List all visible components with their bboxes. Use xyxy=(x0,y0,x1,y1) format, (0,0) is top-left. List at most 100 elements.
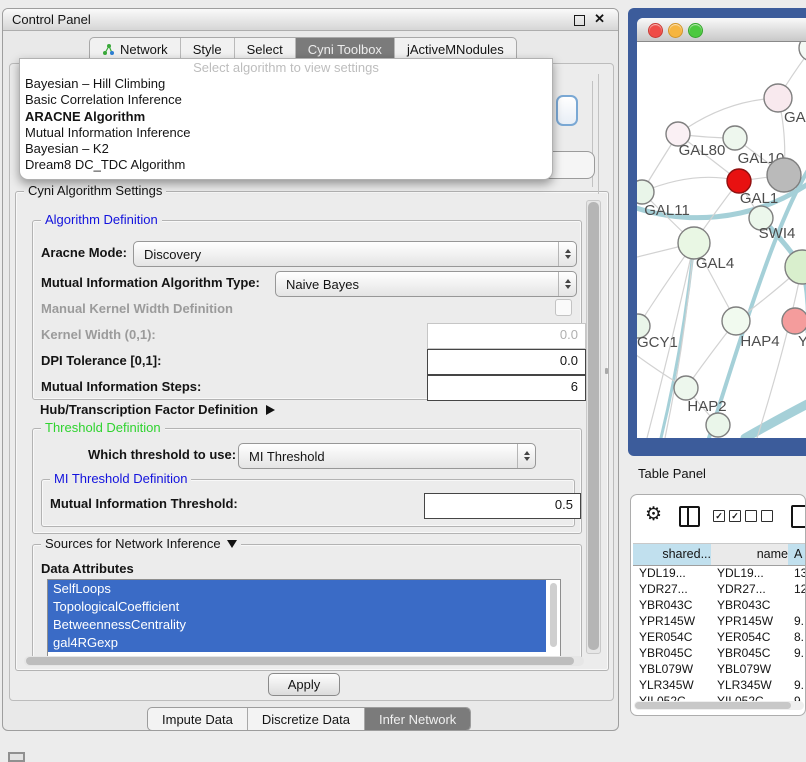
network-node-label: GAL11 xyxy=(644,202,690,219)
minimize-button[interactable] xyxy=(668,23,683,38)
manual-kernel-checkbox[interactable] xyxy=(555,299,572,316)
algorithm-option[interactable]: Bayesian – Hill Climbing xyxy=(20,76,552,92)
tab-infer-network[interactable]: Infer Network xyxy=(365,708,470,730)
algorithm-option[interactable]: Mutual Information Inference xyxy=(20,125,552,141)
table-row[interactable]: YPR145WYPR145W9. xyxy=(631,613,805,629)
settings-vertical-scrollbar[interactable] xyxy=(586,200,601,654)
settings-vertical-scrollbar-thumb[interactable] xyxy=(588,202,599,650)
deselect-all-checkboxes-icon[interactable] xyxy=(745,510,773,522)
column-header-shared-name[interactable]: shared... xyxy=(633,543,720,566)
manual-kernel-label: Manual Kernel Width Definition xyxy=(41,301,233,316)
mi-threshold-field[interactable]: 0.5 xyxy=(424,493,581,519)
table-cell: YLR345W xyxy=(717,677,772,693)
mi-threshold-definition-title: MI Threshold Definition xyxy=(50,471,191,486)
attributes-scrollbar-thumb[interactable] xyxy=(550,583,557,647)
table-cell: YBL079W xyxy=(639,661,693,677)
kernel-width-label: Kernel Width (0,1): xyxy=(41,327,156,342)
column-layout-icon[interactable] xyxy=(679,506,700,527)
stepper-arrows-icon xyxy=(558,272,576,296)
table-cell: 12 xyxy=(794,581,806,597)
network-node-label: GAL4 xyxy=(696,255,734,272)
table-horizontal-scrollbar-thumb[interactable] xyxy=(635,702,791,709)
data-attribute-item[interactable]: SelfLoops xyxy=(48,580,546,598)
table-panel-card: ⚙ ✓ ✓ shared... name A YDL19...YDL19...1… xyxy=(630,494,806,716)
zoom-button[interactable] xyxy=(688,23,703,38)
network-node[interactable] xyxy=(782,308,806,334)
data-attribute-item[interactable]: gal4RGexp xyxy=(48,634,546,652)
mi-algorithm-type-combobox[interactable]: Naive Bayes xyxy=(275,271,577,297)
algorithm-option[interactable]: Basic Correlation Inference xyxy=(20,92,552,108)
table-row[interactable]: YER054CYER054C8. xyxy=(631,629,805,645)
table-horizontal-scrollbar[interactable] xyxy=(634,701,804,710)
hub-definition-expander[interactable]: Hub/Transcription Factor Definition xyxy=(40,402,275,417)
tab-jactivemnodules[interactable]: jActiveMNodules xyxy=(395,38,516,60)
table-cell: YPR145W xyxy=(639,613,695,629)
network-canvas[interactable]: GALGAL80GAL10GAL1GAL11SWI4GAL4HAP4YGCY1H… xyxy=(637,42,806,438)
gear-icon[interactable]: ⚙ xyxy=(645,505,662,524)
algorithm-option[interactable]: ARACNE Algorithm xyxy=(20,109,552,125)
network-node[interactable] xyxy=(637,180,654,204)
tab-cyni-toolbox[interactable]: Cyni Toolbox xyxy=(296,38,395,60)
network-node[interactable] xyxy=(723,126,747,150)
tab-select[interactable]: Select xyxy=(235,38,296,60)
tab-impute-data[interactable]: Impute Data xyxy=(148,708,248,730)
table-cell: YBL079W xyxy=(717,661,771,677)
tab-network[interactable]: Network xyxy=(90,38,181,60)
column-header-name[interactable]: name xyxy=(711,543,797,566)
algorithm-option[interactable]: Bayesian – K2 xyxy=(20,141,552,157)
settings-horizontal-scrollbar-thumb[interactable] xyxy=(26,657,574,665)
network-node[interactable] xyxy=(799,42,806,61)
tab-discretize-data[interactable]: Discretize Data xyxy=(248,708,365,730)
hub-definition-label: Hub/Transcription Factor Definition xyxy=(40,402,258,417)
algorithm-dropdown-popup: Select algorithm to view settings Bayesi… xyxy=(19,58,553,180)
network-node[interactable] xyxy=(706,413,730,437)
which-threshold-combobox[interactable]: MI Threshold xyxy=(238,443,536,469)
table-cell: 8. xyxy=(794,629,804,645)
which-threshold-value: MI Threshold xyxy=(239,449,325,464)
mi-algorithm-type-label: Mutual Information Algorithm Type: xyxy=(41,275,260,290)
network-node[interactable] xyxy=(722,307,750,335)
table-mode-icon[interactable] xyxy=(791,505,806,528)
minimized-panel-icon[interactable] xyxy=(8,752,25,762)
data-attributes-list[interactable]: SelfLoopsTopologicalCoefficientBetweenne… xyxy=(47,579,561,659)
table-row[interactable]: YLR345WYLR345W9. xyxy=(631,677,805,693)
float-window-icon[interactable] xyxy=(574,15,585,26)
network-node[interactable] xyxy=(674,376,698,400)
obscured-combobox-focus-fragment xyxy=(556,95,578,126)
close-button[interactable] xyxy=(648,23,663,38)
dpi-tolerance-label: DPI Tolerance [0,1]: xyxy=(41,353,161,368)
cyni-algorithm-settings-title: Cyni Algorithm Settings xyxy=(24,183,166,198)
bottom-tab-strip: Impute Data Discretize Data Infer Networ… xyxy=(147,707,471,731)
table-row[interactable]: YBR043CYBR043C xyxy=(631,597,805,613)
table-row[interactable]: YDR27...YDR27...12 xyxy=(631,581,805,597)
sources-title: Sources for Network Inference xyxy=(41,536,241,551)
table-cell: YBR043C xyxy=(639,597,692,613)
table-row[interactable]: YDL19...YDL19...13 xyxy=(631,565,805,581)
table-cell: 9. xyxy=(794,613,804,629)
kernel-width-field[interactable]: 0.0 xyxy=(427,323,586,349)
select-all-checkboxes-icon[interactable]: ✓ ✓ xyxy=(713,510,741,522)
aracne-mode-value: Discovery xyxy=(134,247,201,262)
network-node[interactable] xyxy=(764,84,792,112)
collapse-arrow-icon[interactable] xyxy=(227,540,237,548)
network-node-label: GAL1 xyxy=(740,190,778,207)
expander-arrow-icon xyxy=(266,405,275,415)
settings-horizontal-scrollbar[interactable] xyxy=(24,656,584,666)
network-node[interactable] xyxy=(767,158,801,192)
checked-box-icon: ✓ xyxy=(729,510,741,522)
mi-algorithm-type-value: Naive Bayes xyxy=(276,277,359,292)
tab-style[interactable]: Style xyxy=(181,38,235,60)
apply-button[interactable]: Apply xyxy=(268,673,340,696)
mi-steps-field[interactable]: 6 xyxy=(427,375,586,401)
table-row[interactable]: YBL079W YBL079W xyxy=(631,661,805,677)
data-attribute-item[interactable]: TopologicalCoefficient xyxy=(48,598,546,616)
column-header-partial[interactable]: A xyxy=(788,543,806,566)
table-row[interactable]: YBR045CYBR045C9. xyxy=(631,645,805,661)
unchecked-box-icon xyxy=(745,510,757,522)
algorithm-option[interactable]: Dream8 DC_TDC Algorithm xyxy=(20,157,552,173)
cyni-algorithm-settings-group: Cyni Algorithm Settings Algorithm Defini… xyxy=(15,191,609,671)
data-attribute-item[interactable]: BetweennessCentrality xyxy=(48,616,546,634)
aracne-mode-combobox[interactable]: Discovery xyxy=(133,241,577,267)
close-icon[interactable]: ✕ xyxy=(594,11,605,27)
dpi-tolerance-field[interactable]: 0.0 xyxy=(427,349,586,375)
